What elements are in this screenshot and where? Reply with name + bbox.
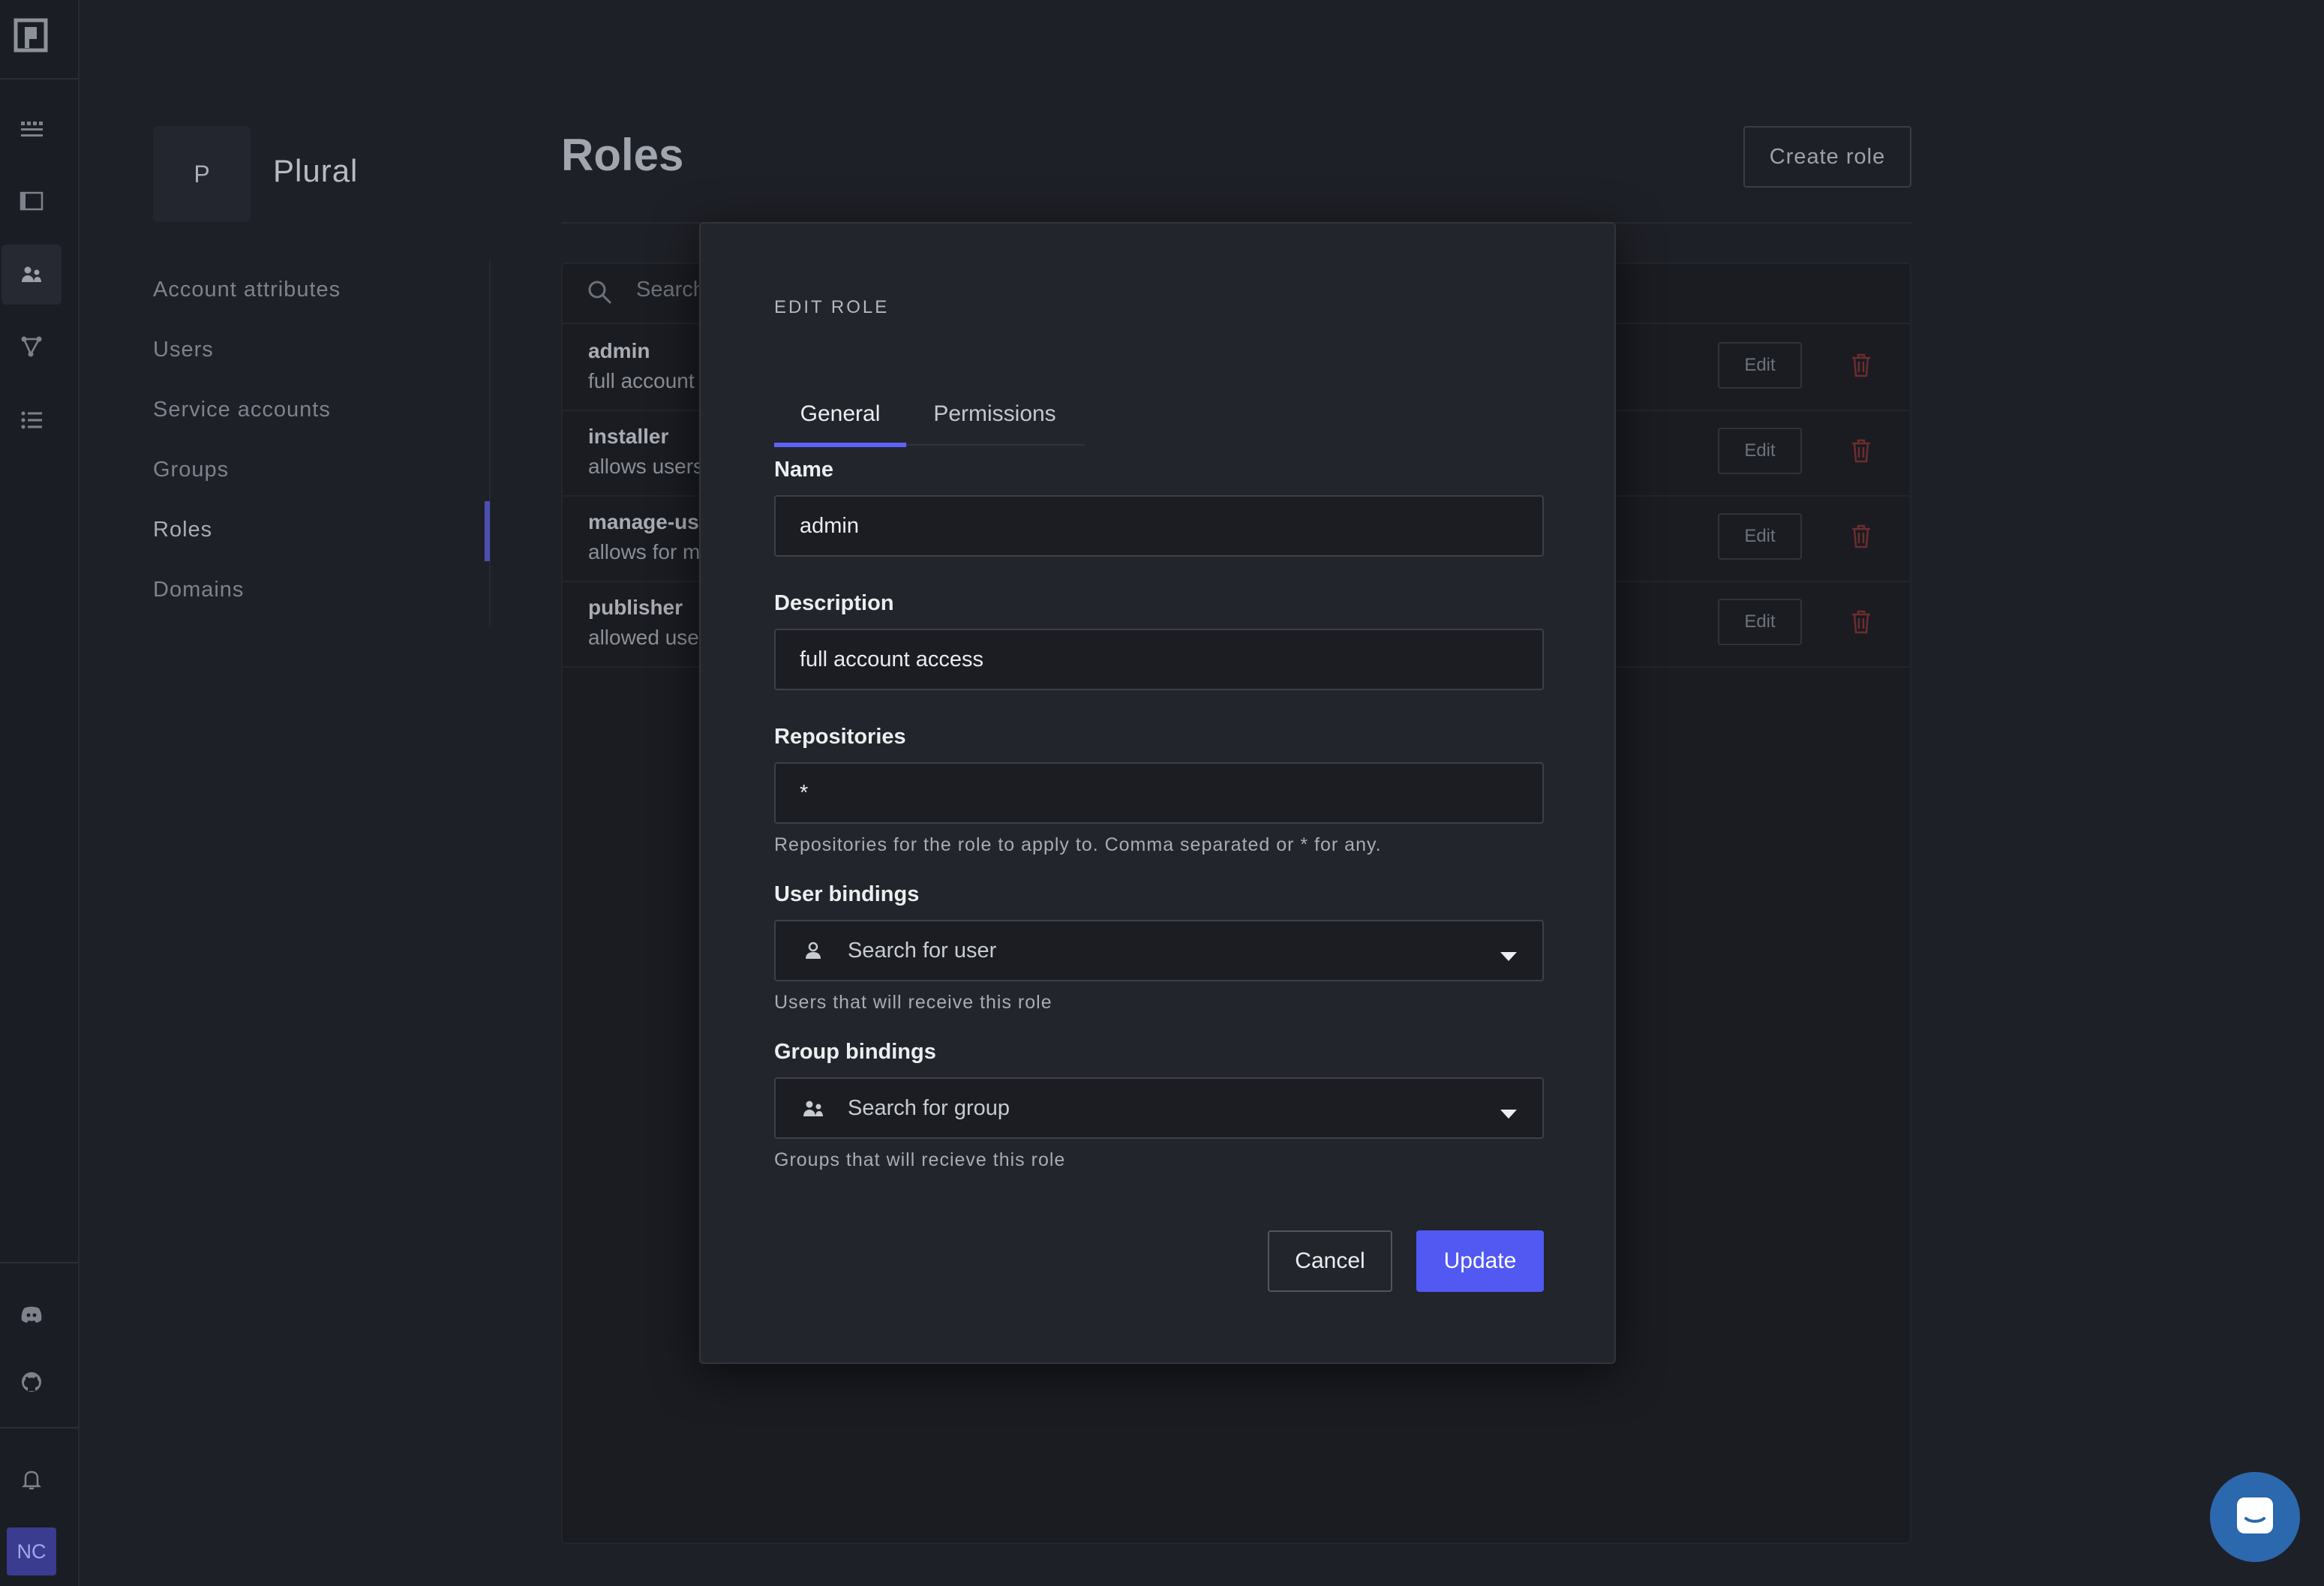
search-icon <box>585 278 615 311</box>
group-bindings-label: Group bindings <box>774 1040 936 1064</box>
repositories-field[interactable]: * <box>774 762 1544 824</box>
edit-button[interactable]: Edit <box>1718 428 1802 474</box>
user-search-placeholder: Search for user <box>848 938 997 963</box>
nav-item-roles[interactable]: Roles <box>153 510 341 570</box>
role-name: installer <box>588 425 669 448</box>
marketplace-icon[interactable] <box>2 99 62 159</box>
tab-general[interactable]: General <box>774 383 906 447</box>
chevron-down-icon <box>1499 1101 1518 1126</box>
update-button[interactable]: Update <box>1416 1230 1544 1292</box>
name-label: Name <box>774 458 833 482</box>
create-role-button[interactable]: Create role <box>1743 126 1911 188</box>
nav-item-users[interactable]: Users <box>153 330 341 390</box>
nav-item-groups[interactable]: Groups <box>153 450 341 510</box>
user-bindings-select[interactable]: Search for user <box>774 920 1544 981</box>
nav-item-account-attributes[interactable]: Account attributes <box>153 270 341 330</box>
account-avatar: P <box>153 126 251 222</box>
user-bindings-hint: Users that will receive this role <box>774 992 1052 1013</box>
bell-icon[interactable] <box>2 1449 62 1509</box>
group-bindings-select[interactable]: Search for group <box>774 1077 1544 1139</box>
rail-divider <box>0 1262 78 1263</box>
role-name: admin <box>588 339 650 362</box>
description-label: Description <box>774 591 894 615</box>
chat-icon <box>2232 1493 2277 1542</box>
nav-item-domains[interactable]: Domains <box>153 570 341 630</box>
list-icon[interactable] <box>2 390 62 450</box>
terminal-icon[interactable] <box>2 171 62 231</box>
modal-heading: EDIT ROLE <box>774 297 890 317</box>
repositories-hint: Repositories for the role to apply to. C… <box>774 834 1382 855</box>
user-icon <box>800 938 827 965</box>
nav-item-service-accounts[interactable]: Service accounts <box>153 390 341 450</box>
edit-button[interactable]: Edit <box>1718 342 1802 389</box>
chat-support-button[interactable] <box>2210 1472 2300 1562</box>
role-name: manage-us <box>588 510 699 533</box>
trash-icon[interactable] <box>1850 524 1872 553</box>
discord-icon[interactable] <box>2 1284 62 1344</box>
page-title: Roles <box>561 130 684 180</box>
avatar[interactable]: NC <box>7 1527 56 1575</box>
group-bindings-hint: Groups that will recieve this role <box>774 1149 1066 1170</box>
role-name: publisher <box>588 596 683 619</box>
trash-icon[interactable] <box>1850 353 1872 382</box>
group-search-placeholder: Search for group <box>848 1095 1010 1120</box>
trash-icon[interactable] <box>1850 609 1872 638</box>
name-field[interactable]: admin <box>774 495 1544 557</box>
user-bindings-label: User bindings <box>774 882 920 906</box>
left-rail: NC <box>0 0 80 1586</box>
trash-icon[interactable] <box>1850 438 1872 467</box>
account-name: Plural <box>273 153 359 188</box>
chevron-down-icon <box>1499 944 1518 969</box>
rail-divider <box>0 78 78 80</box>
cancel-button[interactable]: Cancel <box>1268 1230 1392 1292</box>
role-description: allows for m <box>588 540 701 563</box>
description-field[interactable]: full account access <box>774 629 1544 690</box>
repositories-label: Repositories <box>774 725 906 749</box>
graph-icon[interactable] <box>2 317 62 377</box>
role-description: allowed use <box>588 626 699 649</box>
people-icon <box>800 1095 827 1122</box>
plural-logo-icon[interactable] <box>12 17 50 54</box>
modal-tabs: General Permissions <box>774 383 1085 447</box>
nav-active-indicator <box>485 501 490 561</box>
edit-button[interactable]: Edit <box>1718 513 1802 560</box>
search-input[interactable]: Search <box>636 278 705 302</box>
people-icon[interactable] <box>2 245 62 305</box>
tab-permissions[interactable]: Permissions <box>906 383 1083 446</box>
edit-role-modal: EDIT ROLE General Permissions Name admin… <box>699 222 1616 1364</box>
edit-button[interactable]: Edit <box>1718 599 1802 645</box>
settings-nav: Account attributes Users Service account… <box>153 270 341 630</box>
github-icon[interactable] <box>2 1352 62 1412</box>
nav-divider <box>489 260 491 627</box>
rail-divider <box>0 1427 78 1428</box>
